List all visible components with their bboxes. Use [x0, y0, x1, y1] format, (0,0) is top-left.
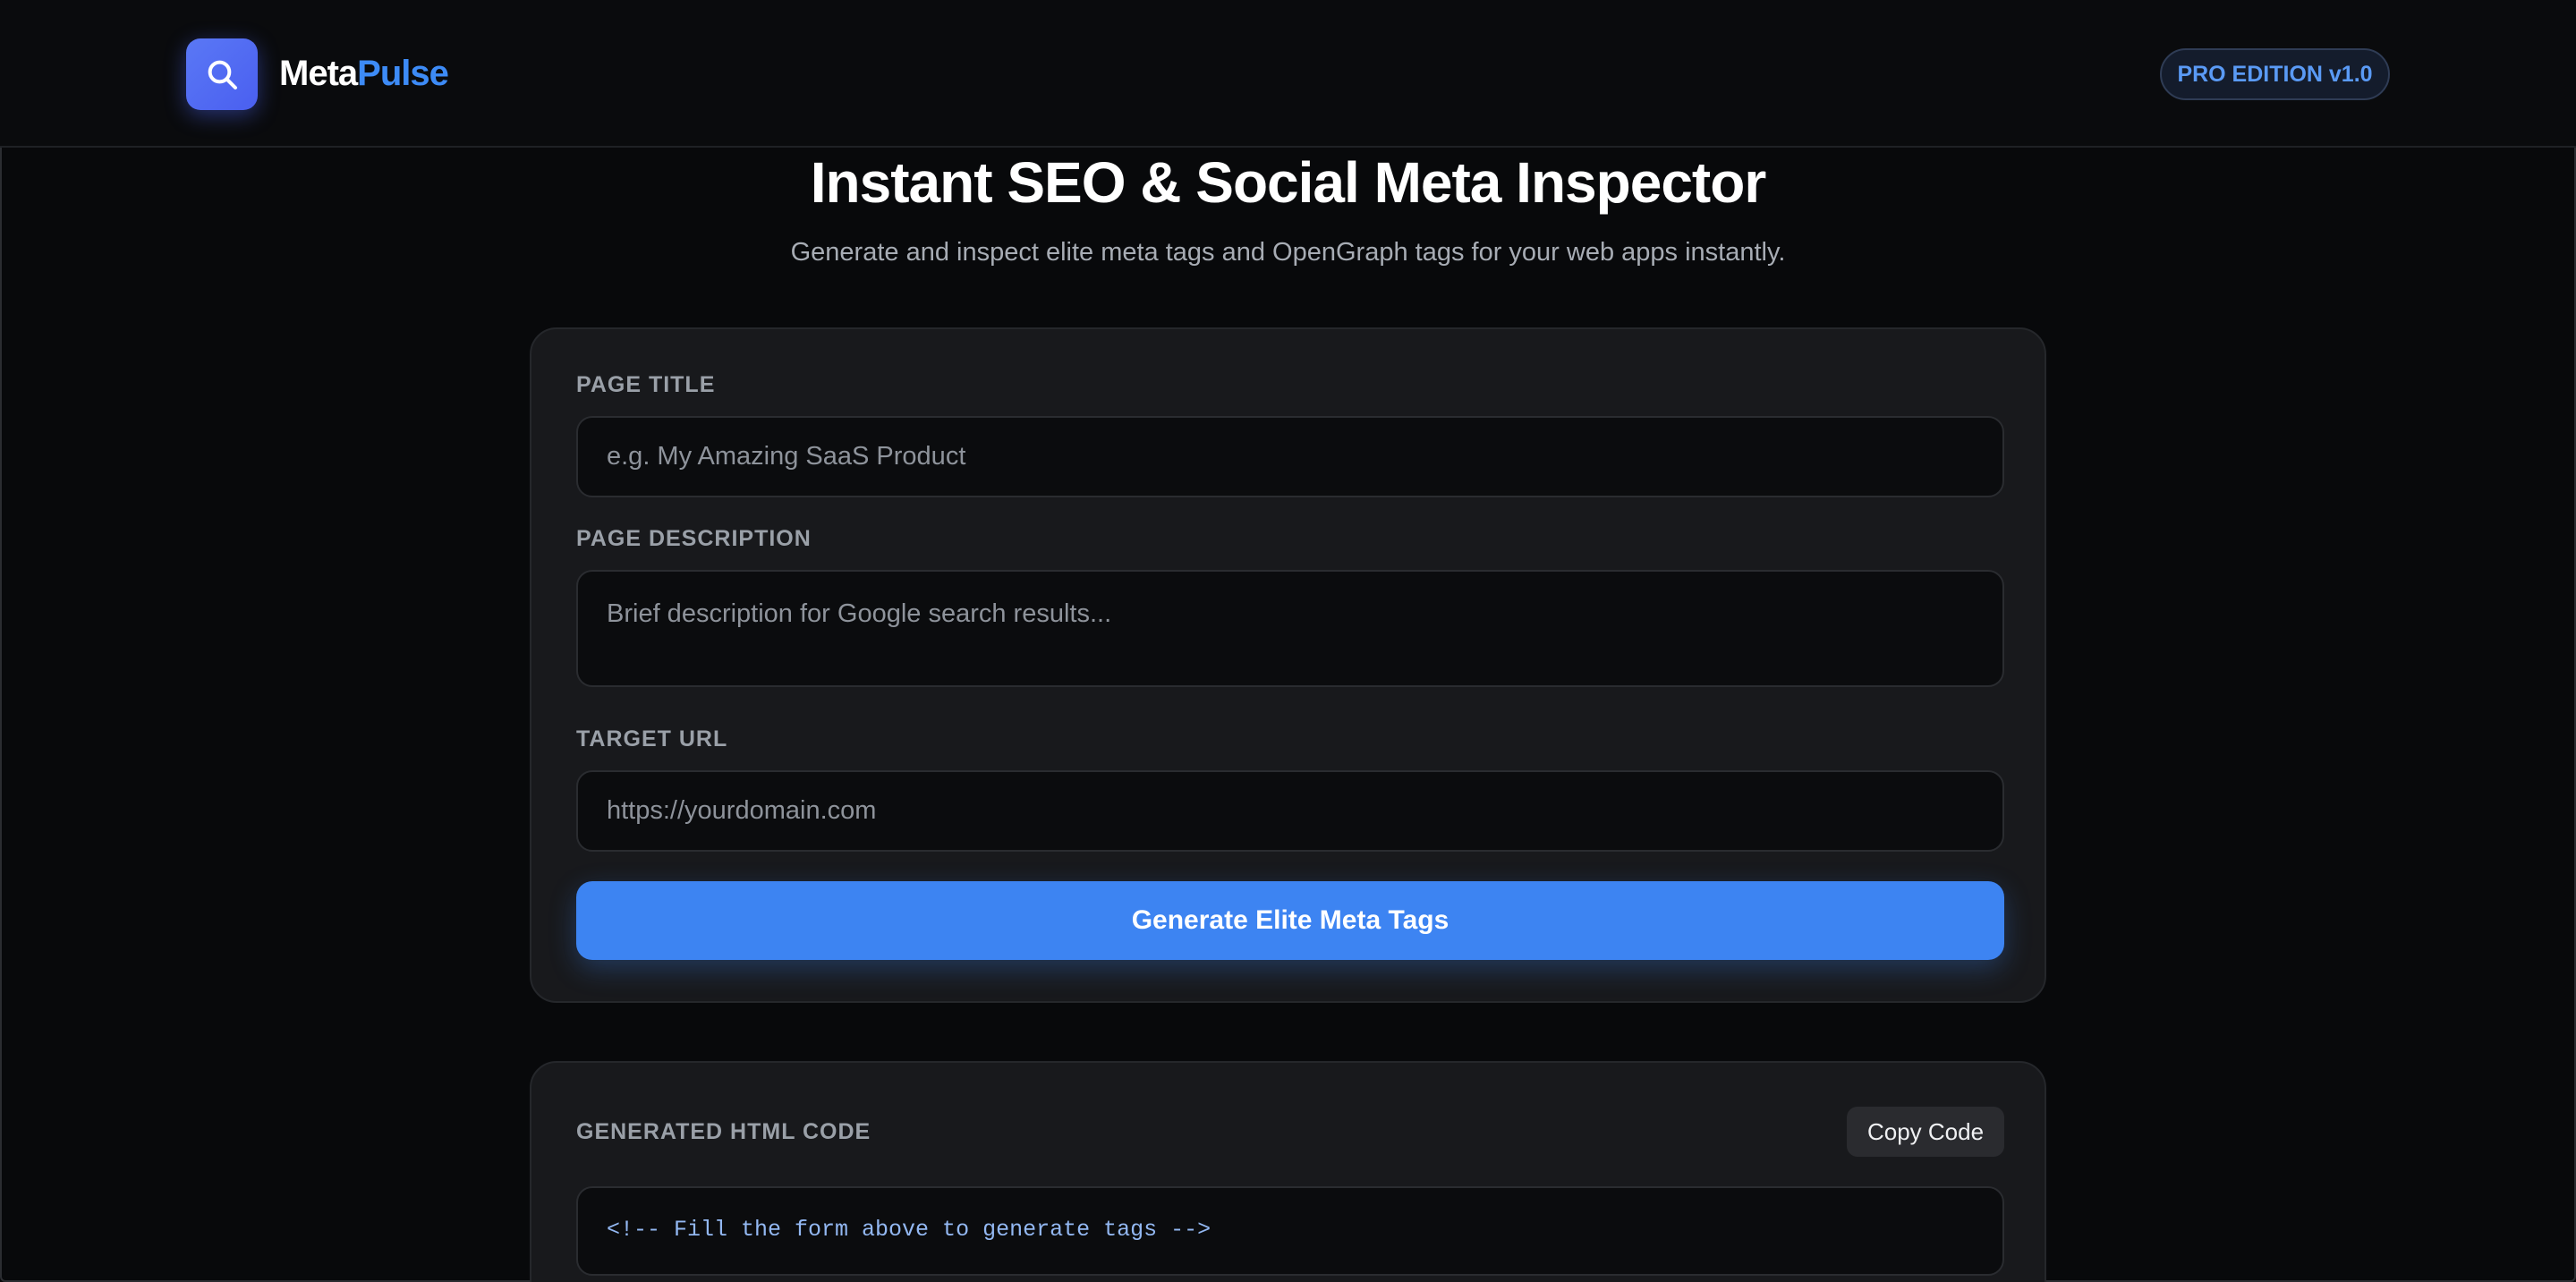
page-title: Instant SEO & Social Meta Inspector	[810, 150, 1766, 215]
generated-code-label: GENERATED HTML CODE	[576, 1119, 871, 1144]
page-subtitle: Generate and inspect elite meta tags and…	[790, 238, 1786, 267]
brand-name-part2: Pulse	[357, 54, 449, 93]
meta-form-card: PAGE TITLE PAGE DESCRIPTION TARGET URL G…	[530, 327, 2046, 1003]
brand-name[interactable]: MetaPulse	[279, 50, 449, 97]
target-url-label: TARGET URL	[576, 726, 728, 751]
page-description-label: PAGE DESCRIPTION	[576, 526, 812, 551]
target-url-input[interactable]	[576, 770, 2004, 852]
page-description-input[interactable]	[576, 570, 2004, 687]
edition-badge: PRO EDITION v1.0	[2160, 48, 2390, 100]
generated-code-output[interactable]: <!-- Fill the form above to generate tag…	[576, 1186, 2004, 1276]
top-header: MetaPulse PRO EDITION v1.0	[0, 0, 2576, 148]
search-icon	[208, 60, 237, 89]
copy-code-button[interactable]: Copy Code	[1847, 1107, 2004, 1157]
generated-code-card: GENERATED HTML CODE Copy Code <!-- Fill …	[530, 1061, 2046, 1282]
page-title-label: PAGE TITLE	[576, 372, 716, 397]
generate-button[interactable]: Generate Elite Meta Tags	[576, 881, 2004, 960]
logo[interactable]	[186, 38, 258, 110]
page-title-input[interactable]	[576, 416, 2004, 497]
brand-name-part1: Meta	[279, 54, 358, 93]
